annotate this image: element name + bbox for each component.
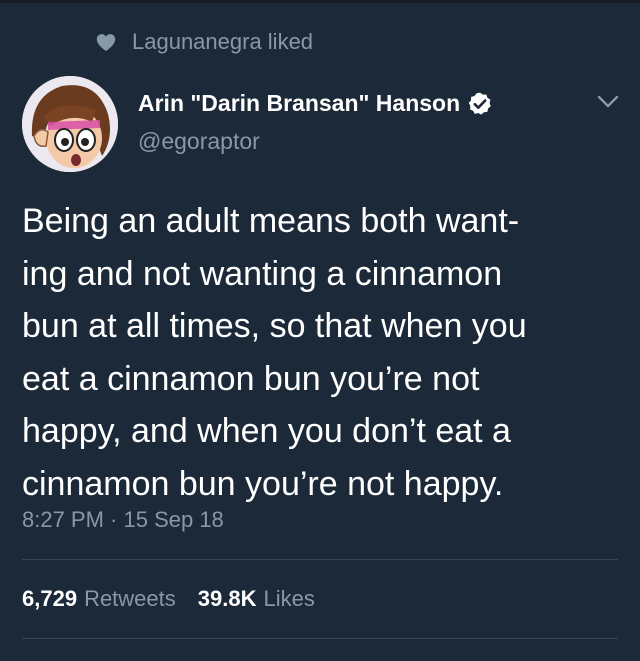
divider-bottom [22,638,618,639]
tweet-text-line: ing and not wanting a cinnamon [22,254,503,293]
tweet-text-line: Being an adult means both want- [22,202,520,240]
author-handle[interactable]: @egoraptor [138,128,260,155]
tweet-text-line: happy, and when you don’t eat a [22,412,511,450]
tweet-text-line: eat a cinnamon bun you’re not [22,359,480,398]
chevron-down-icon[interactable] [595,92,621,112]
retweets-count[interactable]: 6,729 [22,586,77,612]
avatar[interactable] [22,76,118,172]
likes-count[interactable]: 39.8K [198,586,257,612]
heart-icon [96,34,116,51]
author-name-row[interactable]: Arin "Darin Bransan" Hanson [138,90,493,117]
tweet-screen: Lagunanegra liked Arin "Darin Bransan" H… [0,0,640,661]
tweet-stats: 6,729 Retweets 39.8K Likes [22,586,337,612]
divider-top [22,559,618,560]
tweet-text: Being an adult means both want- ing and … [22,195,622,510]
tweet-timestamp[interactable]: 8:27 PM · 15 Sep 18 [22,507,224,533]
retweets-label[interactable]: Retweets [84,586,176,612]
verified-badge-icon [468,92,491,115]
likes-label[interactable]: Likes [264,586,315,612]
social-context-text: Lagunanegra liked [132,29,314,54]
tweet-text-line: bun at all times, so that when you [22,307,527,345]
tweet-text-line: cinnamon bun you’re not happy. [22,464,504,503]
top-border [0,0,640,3]
cartoon-avatar-image [22,76,118,172]
social-context[interactable]: Lagunanegra liked [95,27,313,57]
author-display-name[interactable]: Arin "Darin Bransan" Hanson [138,90,460,117]
